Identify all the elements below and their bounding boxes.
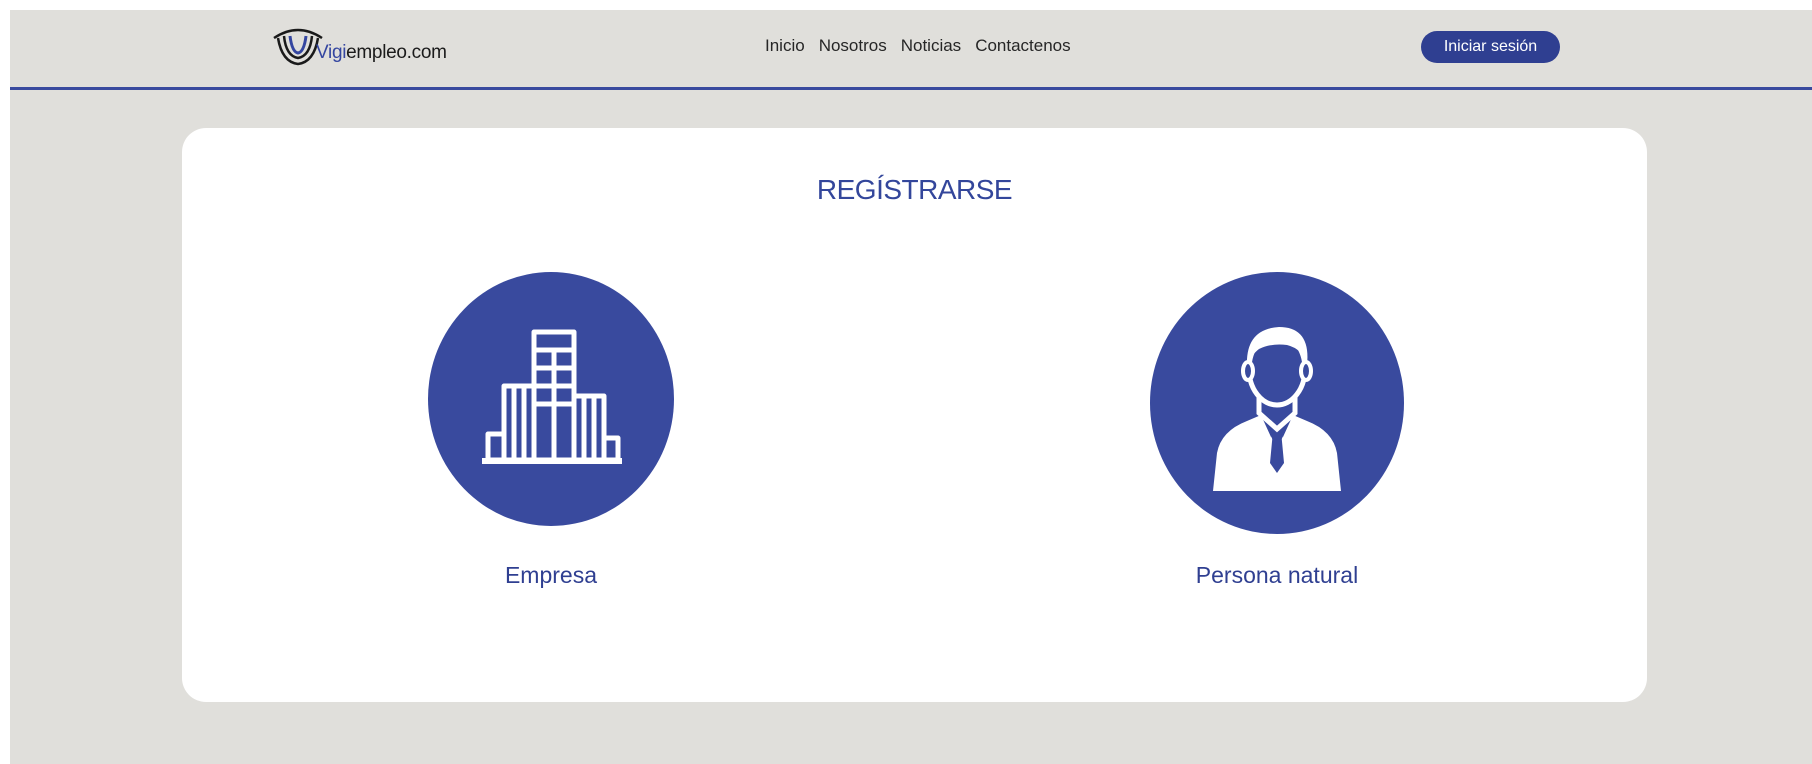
page: Vigiempleo.com Inicio Nosotros Noticias …	[10, 10, 1812, 764]
nav-contactenos[interactable]: Contactenos	[975, 36, 1070, 56]
logo[interactable]: Vigiempleo.com	[272, 26, 447, 70]
empresa-circle[interactable]	[428, 272, 674, 526]
register-option-empresa[interactable]: Empresa	[428, 272, 674, 589]
register-card: REGÍSTRARSE Empresa Persona natural	[182, 128, 1647, 702]
person-icon	[1213, 327, 1341, 491]
nav-noticias[interactable]: Noticias	[901, 36, 961, 56]
logo-domain: empleo.com	[346, 42, 447, 63]
nav-nosotros[interactable]: Nosotros	[819, 36, 887, 56]
logo-text: Vigiempleo.com	[316, 42, 447, 64]
main-nav: Inicio Nosotros Noticias Contactenos	[765, 36, 1071, 56]
nav-inicio[interactable]: Inicio	[765, 36, 805, 56]
option-label-empresa: Empresa	[504, 562, 598, 588]
navbar: Vigiempleo.com Inicio Nosotros Noticias …	[10, 10, 1812, 90]
login-button[interactable]: Iniciar sesión	[1421, 31, 1560, 63]
logo-brand: Vigi	[316, 42, 347, 63]
option-label-persona: Persona natural	[1195, 562, 1359, 588]
building-icon	[482, 329, 622, 464]
page-title: REGÍSTRARSE	[816, 174, 1013, 205]
register-option-persona[interactable]: Persona natural	[1150, 272, 1404, 589]
persona-circle[interactable]	[1150, 272, 1404, 534]
